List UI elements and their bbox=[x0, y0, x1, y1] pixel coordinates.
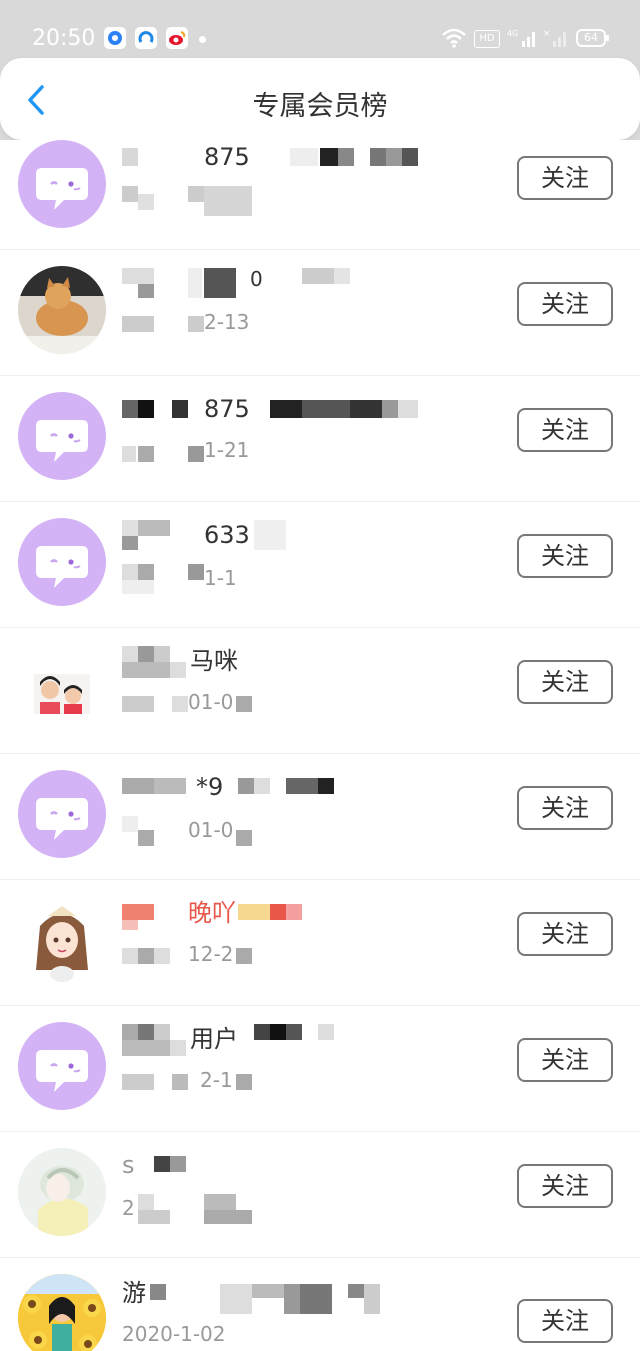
username-masked: 马咪 bbox=[122, 646, 422, 678]
chat-bubble-icon bbox=[36, 1050, 88, 1092]
follow-button[interactable]: 关注 bbox=[517, 786, 613, 830]
join-date-fragment: 2 bbox=[122, 1196, 135, 1220]
join-date-fragment: 1-21 bbox=[204, 438, 250, 462]
join-date-masked: 1-1 bbox=[122, 564, 422, 594]
hd-icon: HD bbox=[474, 30, 500, 48]
username-fragment: 晚吖 bbox=[188, 899, 236, 927]
status-time: 20:50 bbox=[32, 26, 96, 51]
follow-button[interactable]: 关注 bbox=[517, 1164, 613, 1208]
join-date-masked bbox=[122, 186, 422, 216]
follow-button[interactable]: 关注 bbox=[517, 1038, 613, 1082]
follow-button[interactable]: 关注 bbox=[517, 1299, 613, 1343]
default-avatar bbox=[18, 392, 106, 480]
member-row[interactable]: 0 2-13 关注 bbox=[0, 250, 640, 376]
join-date-masked: 2-13 bbox=[122, 310, 422, 340]
svg-text:×: × bbox=[543, 29, 551, 39]
browser-notification-icon bbox=[135, 27, 157, 49]
cat-photo-avatar bbox=[18, 266, 106, 354]
username-fragment: 游 bbox=[122, 1279, 146, 1307]
member-row[interactable]: 875 关注 bbox=[0, 140, 640, 250]
member-row[interactable]: 游 2020-1-02 关注 bbox=[0, 1258, 640, 1351]
follow-button[interactable]: 关注 bbox=[517, 660, 613, 704]
join-date-fragment: 12-2 bbox=[188, 942, 234, 966]
username-fragment: 875 bbox=[204, 143, 250, 171]
username-masked: 875 bbox=[122, 394, 422, 424]
signal-4g-icon: 4G bbox=[507, 29, 535, 47]
username-masked: 633 bbox=[122, 520, 422, 550]
join-date-fragment: 2-13 bbox=[204, 310, 250, 334]
join-date-masked: 2020-1-02 bbox=[122, 1320, 422, 1348]
chat-bubble-icon bbox=[36, 168, 88, 210]
join-date-fragment: 2020-1-02 bbox=[122, 1322, 226, 1346]
anime-girl-avatar bbox=[18, 896, 106, 984]
anime-girl-image bbox=[18, 896, 106, 984]
username-fragment: 875 bbox=[204, 395, 250, 423]
more-notifications-dot bbox=[199, 36, 206, 43]
weibo-notification-icon bbox=[166, 27, 188, 49]
member-list: 875 关注 0 2-13 关注 875 1-21 关注 633 1-1 关注 … bbox=[0, 140, 640, 1351]
join-date-masked: 2-1 bbox=[122, 1068, 422, 1096]
join-date-masked: 1-21 bbox=[122, 438, 422, 466]
battery-icon: 64 bbox=[576, 29, 609, 47]
chat-bubble-icon bbox=[36, 546, 88, 588]
username-masked: 晚吖 bbox=[122, 898, 422, 930]
family-photo-image bbox=[18, 644, 106, 732]
app-notification-icon bbox=[104, 27, 126, 49]
join-date-fragment: 2-1 bbox=[200, 1068, 233, 1092]
username-masked: 875 bbox=[122, 142, 422, 172]
join-date-fragment: 01-0 bbox=[188, 690, 234, 714]
follow-button[interactable]: 关注 bbox=[517, 534, 613, 578]
username-masked: 用户 bbox=[122, 1024, 422, 1056]
username-fragment: 用户 bbox=[190, 1025, 238, 1053]
family-photo-avatar bbox=[18, 644, 106, 732]
pastel-drawing-avatar bbox=[18, 1148, 106, 1236]
default-avatar bbox=[18, 518, 106, 606]
sunflower-photo-image bbox=[18, 1274, 106, 1351]
username-fragment: 马咪 bbox=[190, 647, 238, 675]
username-masked: *9 bbox=[122, 772, 422, 802]
join-date-fragment: 01-0 bbox=[188, 818, 234, 842]
join-date-masked: 12-2 bbox=[122, 942, 422, 970]
signal-no-sim-icon: × bbox=[543, 29, 566, 47]
follow-button[interactable]: 关注 bbox=[517, 912, 613, 956]
join-date-masked: 01-0 bbox=[122, 690, 422, 718]
username-masked: 游 bbox=[122, 1276, 422, 1314]
username-fragment: s bbox=[122, 1151, 135, 1179]
join-date-masked: 2 bbox=[122, 1194, 422, 1224]
default-avatar bbox=[18, 770, 106, 858]
top-nav-bar: 专属会员榜 bbox=[0, 58, 640, 140]
pastel-drawing-image bbox=[18, 1148, 106, 1236]
member-row[interactable]: 875 1-21 关注 bbox=[0, 376, 640, 502]
username-masked: 0 bbox=[122, 267, 422, 298]
username-fragment: 633 bbox=[204, 521, 250, 549]
follow-button[interactable]: 关注 bbox=[517, 408, 613, 452]
cat-photo-image bbox=[18, 266, 106, 354]
follow-button[interactable]: 关注 bbox=[517, 156, 613, 200]
username-masked: s bbox=[122, 1150, 422, 1180]
member-row[interactable]: 用户 2-1 关注 bbox=[0, 1006, 640, 1132]
member-row[interactable]: 马咪 01-0 关注 bbox=[0, 628, 640, 754]
chat-bubble-icon bbox=[36, 420, 88, 462]
chat-bubble-icon bbox=[36, 798, 88, 840]
default-avatar bbox=[18, 1022, 106, 1110]
member-row[interactable]: 晚吖 12-2 关注 bbox=[0, 880, 640, 1006]
page-title: 专属会员榜 bbox=[252, 91, 388, 122]
member-row[interactable]: 633 1-1 关注 bbox=[0, 502, 640, 628]
default-avatar bbox=[18, 140, 106, 228]
svg-text:4G: 4G bbox=[507, 29, 518, 38]
username-fragment: 0 bbox=[250, 267, 263, 291]
follow-button[interactable]: 关注 bbox=[517, 282, 613, 326]
wifi-icon bbox=[442, 28, 466, 48]
join-date-masked: 01-0 bbox=[122, 816, 422, 846]
member-row[interactable]: s 2 关注 bbox=[0, 1132, 640, 1258]
join-date-fragment: 1-1 bbox=[204, 566, 237, 590]
member-row[interactable]: *9 01-0 关注 bbox=[0, 754, 640, 880]
username-fragment: *9 bbox=[196, 773, 224, 801]
sunflower-photo-avatar bbox=[18, 1274, 106, 1351]
